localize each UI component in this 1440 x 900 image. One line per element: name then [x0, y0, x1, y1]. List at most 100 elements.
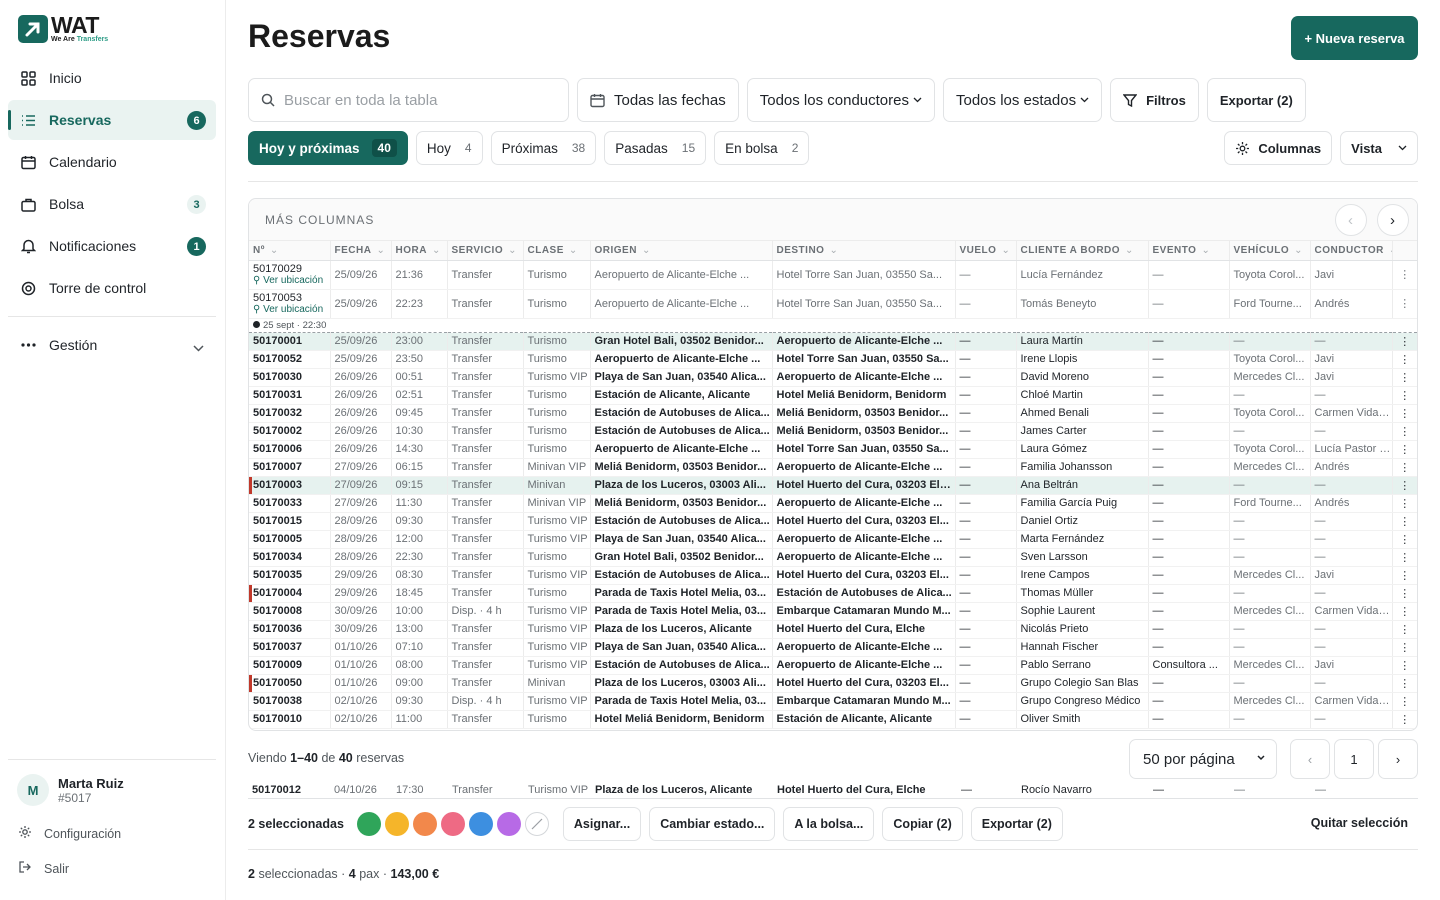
table-cell[interactable]: 50170053 ⚲ Ver ubicación	[249, 289, 331, 319]
table-row[interactable]: 50170003 27/09/26 09:15 Transfer Minivan Plaz…	[249, 476, 1417, 495]
row-menu-icon[interactable]: ⋮	[1392, 386, 1417, 405]
page-number-button[interactable]: 1	[1334, 739, 1374, 779]
column-header[interactable]: FECHA ⌄	[330, 241, 392, 261]
copy-button[interactable]: Copiar (2)	[882, 807, 963, 841]
tab-pasadas[interactable]: Pasadas 15	[604, 131, 707, 165]
per-page-select[interactable]: 50 por página	[1129, 739, 1277, 779]
table-cell[interactable]: 50170038	[249, 692, 331, 711]
row-menu-icon[interactable]: ⋮	[1392, 656, 1417, 675]
table-cell[interactable]: 50170007	[249, 458, 331, 477]
table-row[interactable]: 50170032 26/09/26 09:45 Transfer Turismo Esta…	[249, 404, 1417, 423]
row-menu-icon[interactable]: ⋮	[1392, 458, 1417, 477]
row-menu-icon[interactable]: ⋮	[1392, 289, 1417, 319]
table-row[interactable]: 50170033 27/09/26 11:30 Transfer Minivan VIP…	[249, 494, 1417, 513]
table-row[interactable]: 50170053 ⚲ Ver ubicación 25/09/26 22:23 Tran…	[249, 289, 1417, 319]
table-cell[interactable]: 50170006	[249, 440, 331, 459]
table-cell[interactable]: 50170030	[249, 368, 331, 387]
row-menu-icon[interactable]: ⋮	[1392, 638, 1417, 657]
date-filter[interactable]: Todas las fechas	[577, 78, 739, 122]
filters-button[interactable]: Filtros	[1110, 78, 1199, 122]
logo[interactable]: WAT We Are Transfers	[18, 14, 108, 43]
table-row[interactable]: 50170001 25/09/26 23:00 Transfer Turismo Gran…	[249, 332, 1417, 351]
row-menu-icon[interactable]: ⋮	[1392, 620, 1417, 639]
table-row[interactable]: 50170006 26/09/26 14:30 Transfer Turismo Aero…	[249, 440, 1417, 459]
table-cell[interactable]: 50170033	[249, 494, 331, 513]
table-cell[interactable]: 50170031	[249, 386, 331, 405]
new-reservation-button[interactable]: + Nueva reserva	[1291, 16, 1418, 60]
color-swatch[interactable]	[356, 812, 381, 836]
sidebar-item-bolsa[interactable]: Bolsa 3	[8, 184, 216, 224]
table-cell[interactable]: 50170005	[249, 530, 331, 549]
table-cell[interactable]: 50170032	[249, 404, 331, 423]
sidebar-item-notificaciones[interactable]: Notificaciones 1	[8, 226, 216, 266]
color-swatch[interactable]	[440, 812, 465, 836]
table-cell[interactable]: 50170034	[249, 548, 331, 567]
table-cell[interactable]: 50170050	[249, 674, 331, 693]
search-input[interactable]: Buscar en toda la tabla	[248, 78, 569, 122]
row-menu-icon[interactable]: ⋮	[1392, 602, 1417, 621]
row-menu-icon[interactable]: ⋮	[1392, 440, 1417, 459]
row-menu-icon[interactable]: ⋮	[1392, 584, 1417, 603]
table-cell[interactable]: 50170037	[249, 638, 331, 657]
table-row[interactable]: 50170031 26/09/26 02:51 Transfer Turismo Esta…	[249, 386, 1417, 405]
change-state-button[interactable]: Cambiar estado...	[649, 807, 776, 841]
column-header[interactable]: DESTINO ⌄	[772, 241, 956, 261]
sidebar-item-reservas[interactable]: Reservas 6	[8, 100, 216, 140]
table-cell[interactable]: 50170004	[249, 584, 331, 603]
row-menu-icon[interactable]: ⋮	[1392, 476, 1417, 495]
export-button[interactable]: Exportar (2)	[1206, 78, 1306, 122]
column-header[interactable]: HORA ⌄	[391, 241, 448, 261]
table-row[interactable]: 50170038 02/10/26 09:30 Disp. · 4 h Turismo …	[249, 692, 1417, 711]
row-menu-icon[interactable]: ⋮	[1392, 674, 1417, 693]
row-menu-icon[interactable]: ⋮	[1392, 692, 1417, 711]
scroll-right-button[interactable]: ›	[1377, 204, 1409, 236]
table-row[interactable]: 50170010 02/10/26 11:00 Transfer Turismo Hote…	[249, 710, 1417, 729]
column-header[interactable]: SERVICIO ⌄	[447, 241, 524, 261]
column-header[interactable]: VUELO ⌄	[955, 241, 1017, 261]
logout-link[interactable]: Salir	[8, 851, 216, 886]
export-selection-button[interactable]: Exportar (2)	[970, 807, 1063, 841]
table-row[interactable]: 50170030 26/09/26 00:51 Transfer Turismo VIP…	[249, 368, 1417, 387]
user-profile[interactable]: M Marta Ruiz #5017	[8, 772, 216, 808]
column-header[interactable]: CONDUCTOR⌄	[1310, 241, 1393, 261]
table-row[interactable]: 50170005 28/09/26 12:00 Transfer Turismo VIP…	[249, 530, 1417, 549]
column-header[interactable]: VEHÍCULO ⌄	[1229, 241, 1311, 261]
table-row[interactable]: 50170008 30/09/26 10:00 Disp. · 4 h Turismo …	[249, 602, 1417, 621]
row-menu-icon[interactable]: ⋮	[1392, 512, 1417, 531]
sidebar-item-torre-de-control[interactable]: Torre de control	[8, 268, 216, 308]
table-row[interactable]: 50170037 01/10/26 07:10 Transfer Turismo VIP…	[249, 638, 1417, 657]
tab-hoy[interactable]: Hoy 4	[415, 131, 483, 165]
tab-en-bolsa[interactable]: En bolsa 2	[714, 131, 810, 165]
column-header[interactable]: CLASE ⌄	[523, 241, 591, 261]
table-cell[interactable]: 50170002	[249, 422, 331, 441]
table-row[interactable]: 50170007 27/09/26 06:15 Transfer Minivan VIP…	[249, 458, 1417, 477]
column-header[interactable]: ORIGEN ⌄	[590, 241, 773, 261]
prev-page-button[interactable]: ‹	[1290, 739, 1330, 779]
location-link[interactable]: ⚲ Ver ubicación	[253, 275, 329, 286]
table-row[interactable]: 50170029 ⚲ Ver ubicación 25/09/26 21:36 Tran…	[249, 260, 1417, 290]
scroll-left-button[interactable]: ‹	[1335, 204, 1367, 236]
row-menu-icon[interactable]: ⋮	[1392, 260, 1417, 290]
table-cell[interactable]: 50170036	[249, 620, 331, 639]
view-select[interactable]: Vista	[1340, 131, 1418, 165]
location-link[interactable]: ⚲ Ver ubicación	[253, 304, 329, 315]
row-menu-icon[interactable]: ⋮	[1392, 350, 1417, 369]
no-color-swatch[interactable]	[524, 812, 549, 836]
row-menu-icon[interactable]: ⋮	[1392, 404, 1417, 423]
next-page-button[interactable]: ›	[1378, 739, 1418, 779]
settings-link[interactable]: Configuración	[8, 816, 216, 851]
row-menu-icon[interactable]: ⋮	[1392, 368, 1417, 387]
move-to-pool-button[interactable]: A la bolsa...	[783, 807, 875, 841]
table-row[interactable]: 50170004 29/09/26 18:45 Transfer Turismo Para…	[249, 584, 1417, 603]
table-cell[interactable]: 50170001	[249, 332, 331, 351]
row-menu-icon[interactable]: ⋮	[1392, 422, 1417, 441]
sidebar-item-gestion[interactable]: Gestión	[8, 325, 216, 365]
color-swatch[interactable]	[384, 812, 409, 836]
tab-hoy-y-proximas[interactable]: Hoy y próximas 40	[248, 131, 408, 165]
table-row[interactable]: 50170052 25/09/26 23:50 Transfer Turismo Aero…	[249, 350, 1417, 369]
table-cell[interactable]: 50170009	[249, 656, 331, 675]
sidebar-item-calendario[interactable]: Calendario	[8, 142, 216, 182]
sidebar-item-inicio[interactable]: Inicio	[8, 58, 216, 98]
row-menu-icon[interactable]: ⋮	[1392, 710, 1417, 729]
color-swatch[interactable]	[496, 812, 521, 836]
